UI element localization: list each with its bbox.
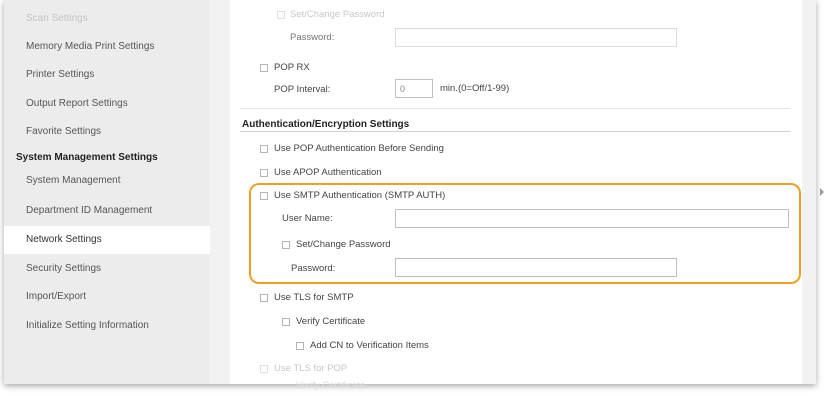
use-apop-checkbox[interactable] bbox=[260, 169, 268, 177]
settings-panel: Set/Change Password Password: POP RX POP… bbox=[230, 0, 802, 391]
use-smtp-auth-label: Use SMTP Authentication (SMTP AUTH) bbox=[274, 190, 446, 201]
use-pop-auth-checkbox[interactable] bbox=[260, 145, 268, 153]
sidebar-item-scan-settings[interactable]: Scan Settings bbox=[4, 5, 210, 33]
set-change-password-top-label: Set/Change Password bbox=[290, 9, 385, 20]
pop-rx-label: POP RX bbox=[274, 62, 310, 73]
use-tls-smtp-checkbox[interactable] bbox=[260, 294, 268, 302]
use-apop-label: Use APOP Authentication bbox=[274, 167, 382, 178]
verify-certificate-checkbox[interactable] bbox=[282, 318, 290, 326]
smtp-set-change-password-checkbox[interactable] bbox=[282, 241, 290, 249]
verify-certificate-label: Verify Certificate bbox=[296, 316, 366, 327]
sidebar-item-network-settings[interactable]: Network Settings bbox=[4, 226, 210, 254]
smtp-password-label: Password: bbox=[291, 263, 336, 274]
settings-window: Scan Settings Memory Media Print Setting… bbox=[4, 0, 816, 391]
sidebar: Scan Settings Memory Media Print Setting… bbox=[4, 0, 210, 384]
use-tls-pop-label: Use TLS for POP bbox=[274, 363, 348, 374]
verify-certificate-pop-label: Verify Certificate bbox=[296, 380, 366, 391]
top-password-field[interactable] bbox=[395, 28, 677, 47]
pop-interval-unit: min.(0=Off/1-99) bbox=[440, 83, 510, 94]
set-change-password-top-checkbox[interactable] bbox=[277, 11, 285, 19]
sidebar-item-security-settings[interactable]: Security Settings bbox=[4, 255, 210, 283]
sidebar-item-department-id-management[interactable]: Department ID Management bbox=[4, 197, 210, 225]
sidebar-item-initialize-setting-information[interactable]: Initialize Setting Information bbox=[4, 312, 210, 340]
smtp-password-field[interactable] bbox=[395, 258, 677, 277]
divider bbox=[240, 108, 790, 109]
scroll-right-arrow-icon[interactable] bbox=[820, 188, 824, 196]
add-cn-checkbox[interactable] bbox=[296, 342, 304, 350]
pop-interval-label: POP Interval: bbox=[274, 84, 331, 95]
user-name-field[interactable] bbox=[395, 209, 789, 228]
sidebar-item-import-export[interactable]: Import/Export bbox=[4, 283, 210, 311]
pop-rx-checkbox[interactable] bbox=[260, 64, 268, 72]
use-smtp-auth-checkbox[interactable] bbox=[260, 192, 268, 200]
section-rule bbox=[240, 131, 790, 132]
use-tls-smtp-label: Use TLS for SMTP bbox=[274, 292, 354, 303]
sidebar-item-system-management[interactable]: System Management bbox=[4, 167, 210, 195]
user-name-label: User Name: bbox=[282, 213, 333, 224]
sidebar-item-favorite-settings[interactable]: Favorite Settings bbox=[4, 118, 210, 146]
add-cn-label: Add CN to Verification Items bbox=[310, 340, 429, 351]
top-password-label: Password: bbox=[290, 32, 335, 43]
use-tls-pop-checkbox[interactable] bbox=[260, 365, 268, 373]
pop-interval-field[interactable] bbox=[395, 79, 433, 98]
use-pop-auth-label: Use POP Authentication Before Sending bbox=[274, 143, 444, 154]
sidebar-item-output-report-settings[interactable]: Output Report Settings bbox=[4, 90, 210, 118]
smtp-set-change-password-label: Set/Change Password bbox=[296, 239, 391, 250]
sidebar-item-memory-media-print-settings[interactable]: Memory Media Print Settings bbox=[4, 33, 210, 61]
sidebar-item-printer-settings[interactable]: Printer Settings bbox=[4, 61, 210, 89]
section-title-authentication-encryption: Authentication/Encryption Settings bbox=[242, 119, 410, 130]
